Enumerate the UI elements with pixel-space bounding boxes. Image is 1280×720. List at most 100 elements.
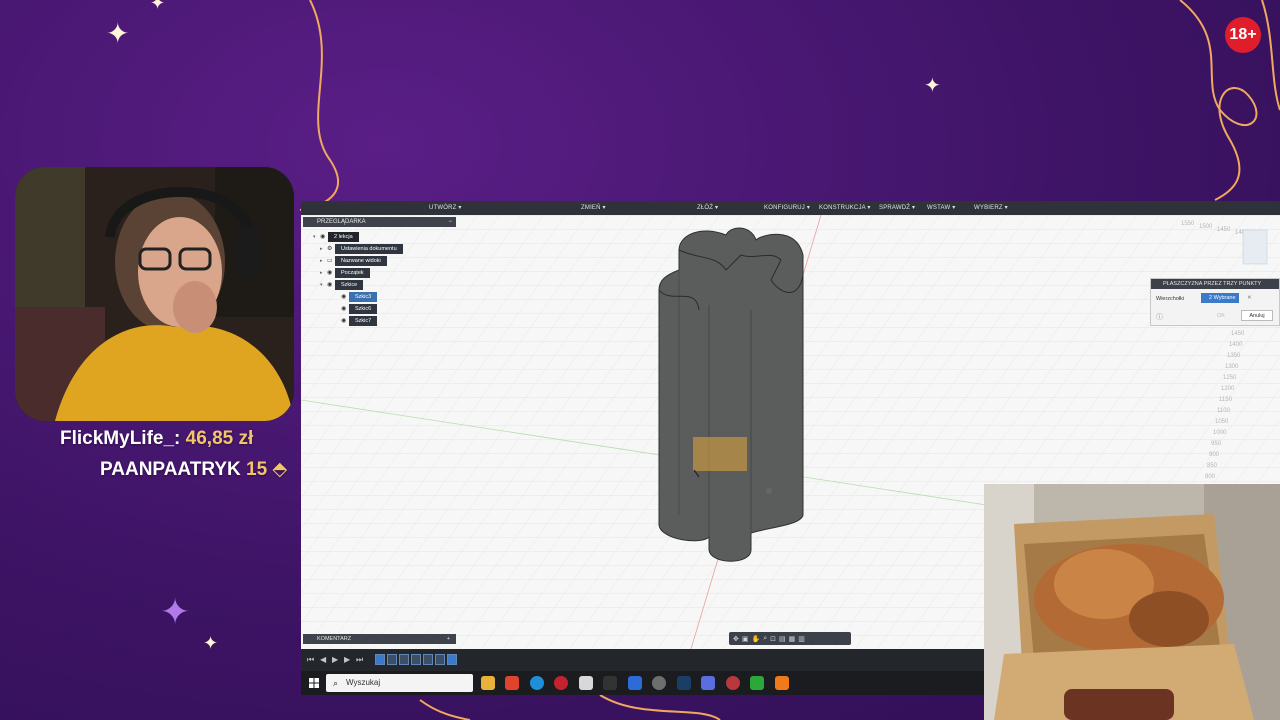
timeline-step[interactable] (447, 654, 457, 665)
go-to-start-icon[interactable]: ⏮ (307, 655, 314, 665)
go-to-end-icon[interactable]: ⏭ (356, 655, 363, 665)
spreadsheet-icon[interactable] (750, 676, 764, 690)
ok-button[interactable]: OK (1217, 313, 1225, 319)
tree-item-origin[interactable]: ▸ ◉ Początek (320, 268, 370, 278)
timeline-step[interactable] (423, 654, 433, 665)
menu-assemble[interactable]: ZŁÓŻ ▾ (697, 204, 718, 211)
eye-icon[interactable]: ◉ (327, 268, 335, 278)
ruler-label: 1100 (1217, 408, 1231, 414)
opera-icon[interactable] (554, 676, 568, 690)
chevron-right-icon[interactable]: ▸ (320, 268, 327, 278)
file-explorer-icon[interactable] (481, 676, 495, 690)
search-placeholder: Wyszukaj (346, 678, 381, 687)
app-icon[interactable] (579, 676, 593, 690)
timeline-step[interactable] (411, 654, 421, 665)
chevron-right-icon[interactable]: ▸ (320, 244, 327, 254)
edge-icon[interactable] (530, 676, 544, 690)
menu-configure[interactable]: KONFIGURUJ ▾ (764, 204, 810, 211)
menu-create[interactable]: UTWÓRZ ▾ (429, 204, 462, 211)
tree-root[interactable]: ▾ ◉ 2 lekcja (313, 232, 359, 242)
collapse-icon[interactable]: − (448, 217, 452, 227)
eye-icon[interactable]: ◉ (341, 316, 349, 326)
look-at-icon[interactable]: ▣ (742, 635, 749, 643)
tree-item-label: Ustawienia dokumentu (335, 244, 403, 254)
tree-item-sketches[interactable]: ▾ ◉ Szkice (320, 280, 364, 290)
sub-badge-icon: ⬘ (272, 459, 288, 480)
vertices-selection[interactable]: 2 Wybrane (1201, 293, 1239, 303)
tree-item-label: Szkic7 (349, 316, 378, 326)
grid-settings-icon[interactable]: ▦ (789, 635, 796, 643)
add-comment-icon[interactable]: + (447, 634, 450, 644)
steam-icon[interactable] (677, 676, 691, 690)
viewports-icon[interactable]: ▥ (798, 635, 805, 643)
tree-item-named-views[interactable]: ▸ ▭ Nazwane widoki (320, 256, 387, 266)
discord-icon[interactable] (701, 676, 715, 690)
ruler-label: 1500 (1199, 224, 1213, 230)
sub-alert: PAANPAATRYK 15 ⬘ (100, 458, 287, 481)
tree-item-sketch[interactable]: ◉ Szkic6 (341, 304, 378, 314)
tree-item-sketch[interactable]: ◉ Szkic3 (341, 292, 378, 302)
timeline-step[interactable] (387, 654, 397, 665)
viewcube[interactable] (1242, 229, 1268, 265)
chevron-down-icon[interactable]: ▾ (320, 280, 327, 290)
chevron-right-icon[interactable]: ▸ (320, 256, 327, 266)
timeline-step[interactable] (399, 654, 409, 665)
clear-selection-icon[interactable]: ✕ (1247, 295, 1252, 301)
menu-inspect[interactable]: SPRAWDŹ ▾ (879, 204, 915, 211)
eye-icon[interactable]: ◉ (341, 292, 349, 302)
tree-item-label: Szkice (335, 280, 364, 290)
ruler-label: 1450 (1231, 331, 1245, 337)
menu-select[interactable]: WYBIERZ ▾ (974, 204, 1008, 211)
ruler-label: 950 (1211, 441, 1222, 447)
brave-icon[interactable] (505, 676, 519, 690)
sparkle-icon: ✦ (160, 591, 191, 632)
tree-item-sketch[interactable]: ◉ Szkic7 (341, 316, 378, 326)
tree-item-document-settings[interactable]: ▸ ⚙ Ustawienia dokumentu (320, 244, 403, 254)
ruler-label: 1450 (1217, 227, 1231, 233)
fusion-360-icon[interactable] (775, 676, 789, 690)
comments-panel[interactable]: KOMENTARZ + (303, 634, 456, 644)
timeline-step[interactable] (375, 654, 385, 665)
info-icon[interactable]: ⓘ (1156, 312, 1163, 322)
sparkle-icon: ✦ (924, 75, 941, 97)
age-rating-badge: 18+ (1225, 17, 1261, 53)
menu-insert[interactable]: WSTAW ▾ (927, 204, 955, 211)
ruler-label: 1250 (1223, 375, 1237, 381)
step-back-icon[interactable]: ◀ (320, 655, 326, 664)
menu-modify[interactable]: ZMIEŃ ▾ (581, 204, 606, 211)
epic-games-icon[interactable] (603, 676, 617, 690)
tree-item-label: Szkic6 (349, 304, 378, 314)
ruler-label: 900 (1209, 452, 1220, 458)
menu-construct[interactable]: KONSTRUKCJA ▾ (819, 204, 871, 211)
pet-webcam (984, 484, 1280, 720)
step-forward-icon[interactable]: ▶ (344, 655, 350, 664)
app-icon[interactable] (628, 676, 642, 690)
app-icon[interactable] (726, 676, 740, 690)
cancel-button[interactable]: Anuluj (1241, 310, 1273, 321)
orbit-icon[interactable]: ✥ (733, 635, 739, 643)
ruler-label: 1200 (1221, 386, 1235, 392)
eye-icon[interactable]: ◉ (320, 232, 328, 242)
zoom-icon[interactable]: ⌕ (763, 635, 767, 643)
eye-icon[interactable]: ◉ (341, 304, 349, 314)
browser-header[interactable]: PRZEGLĄDARKA − (303, 217, 456, 227)
tree-item-label: Początek (335, 268, 370, 278)
obs-icon[interactable] (652, 676, 666, 690)
taskbar-search[interactable]: ⌕ Wyszukaj (326, 674, 473, 692)
display-settings-icon[interactable]: ▤ (779, 635, 786, 643)
donation-amount: 46,85 zł (185, 428, 254, 449)
windows-taskbar: ⌕ Wyszukaj (301, 671, 984, 695)
navigation-bar: ✥ ▣ ✋ ⌕ ⊡ ▤ ▦ ▥ (729, 632, 851, 645)
timeline: ⏮ ◀ ▶ ▶ ⏭ (301, 649, 984, 671)
eye-icon[interactable]: ◉ (327, 280, 335, 290)
windows-start-icon[interactable] (309, 678, 319, 688)
comments-label: KOMENTARZ (317, 636, 352, 642)
dialog-title: PŁASZCZYZNA PRZEZ TRZY PUNKTY (1151, 279, 1279, 289)
chevron-down-icon[interactable]: ▾ (313, 232, 320, 242)
subscriber-name: PAANPAATRYK (100, 459, 241, 480)
timeline-step[interactable] (435, 654, 445, 665)
fit-icon[interactable]: ⊡ (770, 635, 776, 643)
pan-icon[interactable]: ✋ (752, 635, 761, 643)
play-icon[interactable]: ▶ (332, 655, 338, 664)
sparkle-icon: ✦ (150, 0, 166, 13)
